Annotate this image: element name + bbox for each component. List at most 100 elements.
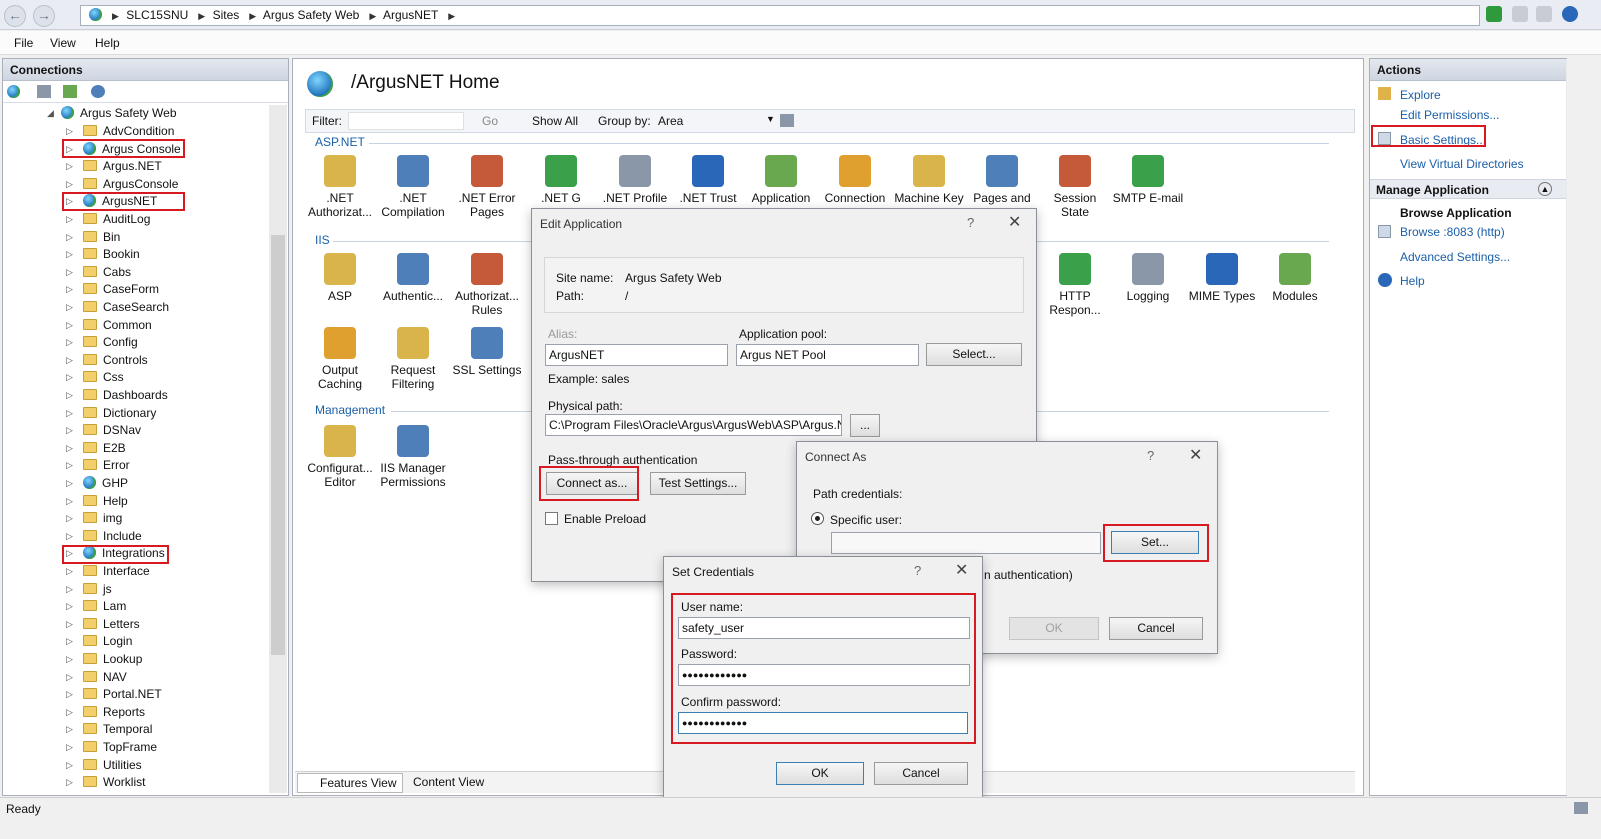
show-all-button[interactable]: Show All <box>532 114 578 128</box>
close-icon[interactable]: ✕ <box>1189 445 1202 465</box>
tree-item[interactable]: ▷ Interface <box>66 563 150 580</box>
expand-icon[interactable]: ▷ <box>66 475 73 492</box>
refresh-icon[interactable] <box>1486 6 1502 22</box>
tree-item[interactable]: ▷ Portal.NET <box>66 686 162 703</box>
tree-item[interactable]: ▷ E2B <box>66 440 126 457</box>
tree-item[interactable]: ▷ DSNav <box>66 422 141 439</box>
tree-item[interactable]: ▷ CaseForm <box>66 281 159 298</box>
connections-icon[interactable] <box>91 85 105 98</box>
tree-item[interactable]: ▷ Help <box>66 493 128 510</box>
group-by-select[interactable]: Area <box>658 114 683 128</box>
tree-item[interactable]: ▷ Worklist <box>66 774 145 791</box>
feature-item[interactable]: Modules <box>1258 253 1332 303</box>
expand-icon[interactable]: ▷ <box>66 721 73 738</box>
expand-icon[interactable]: ▷ <box>66 510 73 527</box>
expand-icon[interactable]: ▷ <box>66 581 73 598</box>
view-toggle-icon[interactable] <box>780 114 794 127</box>
stop-icon[interactable] <box>1512 6 1528 22</box>
tree-item[interactable]: ▷ Argus.NET <box>66 158 162 175</box>
tree-item[interactable]: ▷ Css <box>66 369 124 386</box>
feature-item[interactable]: .NET Compilation <box>376 155 450 219</box>
action-browse-8083[interactable]: Browse :8083 (http) <box>1400 225 1505 239</box>
credentials-ok-button[interactable]: OK <box>776 762 864 785</box>
group-aspnet[interactable]: ASP.NET <box>315 135 365 149</box>
expand-icon[interactable]: ▷ <box>66 757 73 774</box>
expand-icon[interactable]: ▷ <box>66 563 73 580</box>
expand-icon[interactable]: ▷ <box>66 281 73 298</box>
feature-item[interactable]: Output Caching <box>303 327 377 391</box>
feature-item[interactable]: IIS Manager Permissions <box>376 425 450 489</box>
connect-cancel-button[interactable]: Cancel <box>1109 617 1203 640</box>
expand-icon[interactable]: ▷ <box>66 405 73 422</box>
feature-item[interactable]: Session State <box>1038 155 1112 219</box>
tree-item[interactable]: ▷ Temporal <box>66 721 152 738</box>
expand-icon[interactable]: ▷ <box>66 264 73 281</box>
tree-item[interactable]: ▷ img <box>66 510 122 527</box>
expand-icon[interactable]: ▷ <box>66 651 73 668</box>
save-icon[interactable] <box>37 85 51 98</box>
help-icon[interactable]: ? <box>1147 448 1154 463</box>
feature-item[interactable]: Authentic... <box>376 253 450 303</box>
specific-user-field[interactable] <box>831 532 1101 554</box>
crumb-sites[interactable]: Sites <box>213 8 240 22</box>
feature-item[interactable]: SSL Settings <box>450 327 524 377</box>
tree-item[interactable]: ▷ Error <box>66 457 130 474</box>
group-management[interactable]: Management <box>315 403 385 417</box>
scroll-thumb[interactable] <box>271 235 285 655</box>
crumb-server[interactable]: SLC15SNU <box>126 8 188 22</box>
feature-item[interactable]: Pages and <box>965 155 1039 205</box>
feature-item[interactable]: MIME Types <box>1185 253 1259 303</box>
feature-item[interactable]: .NET G <box>524 155 598 205</box>
home-icon[interactable] <box>1536 6 1552 22</box>
tree-item[interactable]: ▷ Lam <box>66 598 126 615</box>
expand-icon[interactable]: ▷ <box>66 211 73 228</box>
tree-item[interactable]: ▷ GHP <box>66 475 128 492</box>
forward-icon[interactable]: → <box>33 5 55 27</box>
specific-user-radio[interactable] <box>811 512 824 525</box>
menu-view[interactable]: View <box>50 36 76 50</box>
test-settings-button[interactable]: Test Settings... <box>650 472 746 495</box>
tab-content-view[interactable]: Content View <box>413 775 484 789</box>
expand-icon[interactable]: ▷ <box>66 422 73 439</box>
tree-item[interactable]: ▷ Reports <box>66 704 145 721</box>
app-user-label[interactable]: n authentication) <box>984 568 1073 582</box>
back-icon[interactable]: ← <box>4 5 26 27</box>
tree-item[interactable]: ▷ Common <box>66 317 152 334</box>
feature-item[interactable]: Configurat... Editor <box>303 425 377 489</box>
feature-item[interactable]: Machine Key <box>892 155 966 205</box>
expand-icon[interactable]: ▷ <box>66 686 73 703</box>
feature-item[interactable]: .NET Error Pages <box>450 155 524 219</box>
feature-item[interactable]: HTTP Respon... <box>1038 253 1112 317</box>
connect-ok-button[interactable]: OK <box>1009 617 1099 640</box>
expand-icon[interactable]: ▷ <box>66 176 73 193</box>
help-icon[interactable]: ? <box>967 215 974 230</box>
expand-icon[interactable]: ▷ <box>66 774 73 791</box>
action-advanced-settings[interactable]: Advanced Settings... <box>1400 250 1510 264</box>
expand-icon[interactable]: ▷ <box>66 457 73 474</box>
tree-item[interactable]: ▷ Dictionary <box>66 405 156 422</box>
tree-scrollbar[interactable] <box>269 105 287 793</box>
action-view-virtual-directories[interactable]: View Virtual Directories <box>1400 157 1524 171</box>
tree-item[interactable]: ▷ Utilities <box>66 757 142 774</box>
up-icon[interactable] <box>63 85 77 98</box>
alias-field[interactable]: ArgusNET <box>545 344 728 366</box>
expand-icon[interactable]: ▷ <box>66 528 73 545</box>
expand-icon[interactable]: ▷ <box>66 616 73 633</box>
action-explore[interactable]: Explore <box>1400 88 1441 102</box>
connect-icon[interactable] <box>7 85 20 98</box>
crumb-app[interactable]: ArgusNET <box>383 8 438 22</box>
crumb-site[interactable]: Argus Safety Web <box>263 8 360 22</box>
collapse-icon[interactable]: ▲ <box>1538 182 1552 196</box>
tree-item[interactable]: ▷ Cabs <box>66 264 131 281</box>
tree-item[interactable]: ▷ Controls <box>66 352 148 369</box>
feature-item[interactable]: .NET Profile <box>598 155 672 205</box>
tree-item[interactable]: ▷ NAV <box>66 669 127 686</box>
browse-path-button[interactable]: ... <box>850 414 880 437</box>
expand-icon[interactable]: ▷ <box>66 598 73 615</box>
expand-icon[interactable]: ▷ <box>66 493 73 510</box>
tree-item[interactable]: ▷ AuditLog <box>66 211 150 228</box>
expand-icon[interactable]: ▷ <box>66 352 73 369</box>
feature-item[interactable]: Authorizat... Rules <box>450 253 524 317</box>
help-icon[interactable] <box>1562 6 1578 22</box>
expand-icon[interactable]: ▷ <box>66 440 73 457</box>
